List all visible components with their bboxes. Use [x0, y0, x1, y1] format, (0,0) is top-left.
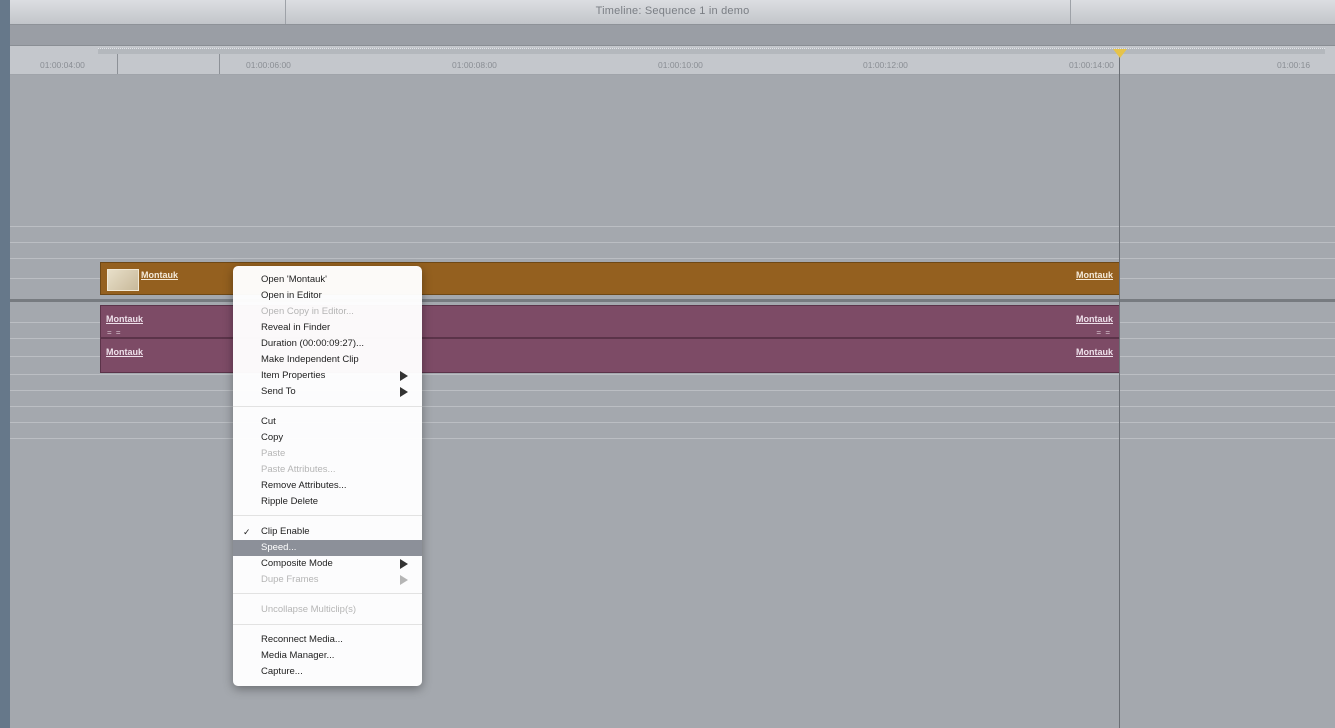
- track-divider: [10, 406, 1335, 407]
- menu-item-label: Clip Enable: [261, 526, 310, 537]
- audio-clip-name-end: Montauk: [1076, 347, 1113, 357]
- menu-item-copy[interactable]: Copy: [233, 430, 422, 446]
- submenu-arrow-icon: [400, 371, 408, 381]
- playhead-handle[interactable]: [1113, 49, 1127, 58]
- menu-item-paste: Paste: [233, 446, 422, 462]
- submenu-arrow-icon: [400, 387, 408, 397]
- title-bar[interactable]: Timeline: Sequence 1 in demo: [10, 0, 1335, 25]
- menu-item-label: Uncollapse Multiclip(s): [261, 604, 357, 615]
- audio-clip-name: Montauk: [106, 314, 143, 324]
- menu-item-label: Cut: [261, 416, 276, 427]
- menu-item-clip-enable[interactable]: ✓ Clip Enable: [233, 524, 422, 540]
- video-audio-separator[interactable]: [10, 299, 1335, 302]
- timecode-ruler[interactable]: 01:00:04:00 01:00:06:00 01:00:08:00 01:0…: [10, 46, 1335, 75]
- menu-item-paste-attributes: Paste Attributes...: [233, 462, 422, 478]
- menu-separator: [233, 624, 422, 625]
- track-divider: [10, 226, 1335, 227]
- menu-item-reconnect-media[interactable]: Reconnect Media...: [233, 632, 422, 648]
- menu-item-label: Reveal in Finder: [261, 322, 331, 333]
- menu-item-label: Make Independent Clip: [261, 354, 359, 365]
- menu-separator: [233, 515, 422, 516]
- track-divider: [10, 390, 1335, 391]
- menu-item-label: Copy: [261, 432, 284, 443]
- window-title: Timeline: Sequence 1 in demo: [595, 5, 750, 17]
- menu-item-cut[interactable]: Cut: [233, 414, 422, 430]
- menu-item-label: Composite Mode: [261, 558, 333, 569]
- menu-item-label: Paste Attributes...: [261, 464, 336, 475]
- menu-item-open-clip[interactable]: Open 'Montauk': [233, 272, 422, 288]
- render-status-bar: [98, 48, 1325, 54]
- menu-item-label: Open Copy in Editor...: [261, 306, 354, 317]
- menu-item-remove-attributes[interactable]: Remove Attributes...: [233, 478, 422, 494]
- menu-item-speed[interactable]: Speed...: [233, 540, 422, 556]
- menu-item-open-copy-in-editor: Open Copy in Editor...: [233, 304, 422, 320]
- menu-separator: [233, 406, 422, 407]
- menu-item-label: Ripple Delete: [261, 496, 319, 507]
- menu-item-uncollapse-multiclips: Uncollapse Multiclip(s): [233, 602, 422, 618]
- video-clip-name: Montauk: [141, 270, 178, 280]
- ruler-timecode: 01:00:12:00: [863, 60, 908, 70]
- ruler-timecode: 01:00:16: [1277, 60, 1311, 70]
- track-divider: [10, 374, 1335, 375]
- timeline-window: Timeline: Sequence 1 in demo 01:00:04:00…: [10, 0, 1335, 728]
- track-divider: [10, 422, 1335, 423]
- menu-item-label: Reconnect Media...: [261, 634, 343, 645]
- menu-item-ripple-delete[interactable]: Ripple Delete: [233, 494, 422, 510]
- menu-item-label: Open 'Montauk': [261, 274, 327, 285]
- menu-separator: [233, 593, 422, 594]
- stereo-link-indicator: = =: [107, 328, 122, 337]
- menu-item-label: Send To: [261, 386, 296, 397]
- menu-item-label: Duration (00:00:09:27)...: [261, 338, 364, 349]
- menu-item-label: Remove Attributes...: [261, 480, 347, 491]
- clip-context-menu: Open 'Montauk' Open in Editor Open Copy …: [233, 266, 422, 686]
- track-divider: [10, 258, 1335, 259]
- ruler-timecode: 01:00:10:00: [658, 60, 703, 70]
- menu-item-label: Media Manager...: [261, 650, 335, 661]
- ruler-marker: [219, 54, 220, 74]
- ruler-timecode: 01:00:04:00: [40, 60, 85, 70]
- timeline-toolbar: [10, 25, 1335, 46]
- menu-item-send-to[interactable]: Send To: [233, 384, 422, 400]
- menu-item-label: Speed...: [261, 542, 297, 553]
- menu-item-label: Capture...: [261, 666, 303, 677]
- ruler-marker: [117, 54, 118, 74]
- menu-item-label: Paste: [261, 448, 286, 459]
- ruler-timecode: 01:00:06:00: [246, 60, 291, 70]
- menu-item-duration[interactable]: Duration (00:00:09:27)...: [233, 336, 422, 352]
- menu-item-media-manager[interactable]: Media Manager...: [233, 648, 422, 664]
- menu-item-capture[interactable]: Capture...: [233, 664, 422, 680]
- track-divider: [10, 242, 1335, 243]
- audio-clip-name-end: Montauk: [1076, 314, 1113, 324]
- clip-thumbnail: [107, 269, 139, 291]
- track-divider: [10, 438, 1335, 439]
- menu-item-open-in-editor[interactable]: Open in Editor: [233, 288, 422, 304]
- ruler-timecode: 01:00:14:00: [1069, 60, 1114, 70]
- checkmark-icon: ✓: [243, 527, 251, 537]
- video-clip-name-end: Montauk: [1076, 270, 1113, 280]
- submenu-arrow-icon: [400, 559, 408, 569]
- menu-item-item-properties[interactable]: Item Properties: [233, 368, 422, 384]
- playhead-line[interactable]: [1119, 50, 1120, 728]
- menu-item-dupe-frames: Dupe Frames: [233, 572, 422, 588]
- menu-item-reveal-in-finder[interactable]: Reveal in Finder: [233, 320, 422, 336]
- ruler-timecode: 01:00:08:00: [452, 60, 497, 70]
- menu-item-label: Open in Editor: [261, 290, 322, 301]
- audio-clip-name: Montauk: [106, 347, 143, 357]
- menu-item-composite-mode[interactable]: Composite Mode: [233, 556, 422, 572]
- menu-item-label: Dupe Frames: [261, 574, 319, 585]
- submenu-arrow-icon: [400, 575, 408, 585]
- stereo-link-indicator-end: = =: [1096, 328, 1111, 337]
- menu-item-label: Item Properties: [261, 370, 326, 381]
- menu-item-make-independent-clip[interactable]: Make Independent Clip: [233, 352, 422, 368]
